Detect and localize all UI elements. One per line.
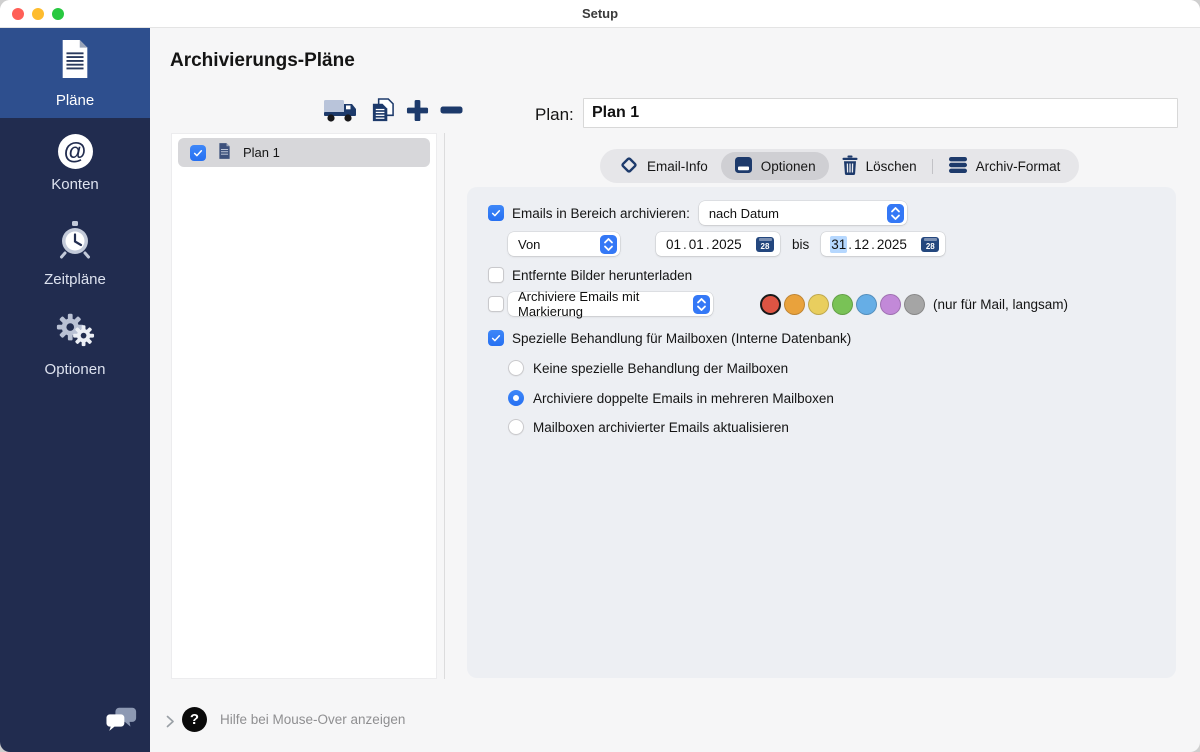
remove-icon[interactable]: [440, 106, 463, 114]
flag-color-dot[interactable]: [904, 294, 925, 315]
date-day[interactable]: 31: [830, 236, 847, 253]
tab-email-info[interactable]: Email-Info: [606, 152, 721, 180]
download-images-checkbox[interactable]: [488, 267, 504, 283]
chat-bubbles-icon[interactable]: [106, 705, 138, 740]
sidebar-item-konten[interactable]: @ Konten: [0, 118, 150, 208]
sidebar-item-optionen[interactable]: Optionen: [0, 298, 150, 388]
range-edge-dropdown[interactable]: Von: [508, 232, 620, 256]
dropdown-value: Von: [518, 237, 540, 252]
gears-icon: [54, 309, 96, 354]
archive-range-checkbox[interactable]: [488, 205, 504, 221]
sidebar-item-label: Pläne: [56, 92, 94, 109]
tab-loeschen[interactable]: Löschen: [829, 152, 930, 180]
date-month[interactable]: 12: [853, 236, 870, 253]
plan-tabbar: Email-Info Optionen Löschen Archiv-Forma…: [600, 149, 1079, 183]
date-from-field[interactable]: 01.01.2025 28: [656, 232, 780, 256]
at-icon: @: [58, 134, 93, 169]
date-between-label: bis: [792, 237, 809, 252]
date-year[interactable]: 2025: [876, 236, 908, 253]
setup-window: Setup Pläne @ Konten Zeitpläne Optionen: [0, 0, 1200, 752]
flag-color-dot[interactable]: [856, 294, 877, 315]
radio-no-special-handling[interactable]: [508, 360, 524, 376]
help-icon[interactable]: ?: [182, 707, 207, 732]
calendar-icon[interactable]: 28: [921, 237, 939, 252]
tab-label: Löschen: [866, 159, 917, 174]
window-title: Setup: [0, 0, 1200, 28]
options-panel: Emails in Bereich archivieren: nach Datu…: [467, 187, 1176, 678]
duplicate-icon[interactable]: [370, 97, 395, 124]
stepper-icon: [600, 235, 617, 254]
plan-list: Plan 1: [171, 133, 437, 679]
main-area: Archivierungs-Pläne: [150, 28, 1200, 752]
plan-list-toolbar: [323, 94, 463, 126]
download-images-label: Entfernte Bilder herunterladen: [512, 268, 692, 283]
trash-icon: [842, 155, 858, 178]
add-icon[interactable]: [406, 99, 429, 122]
sidebar-item-label: Optionen: [45, 361, 106, 378]
sidebar-item-zeitplaene[interactable]: Zeitpläne: [0, 208, 150, 298]
plan-list-row[interactable]: Plan 1: [178, 138, 430, 167]
flag-filter-dropdown[interactable]: Archiviere Emails mit Markierung: [508, 292, 713, 316]
date-year[interactable]: 2025: [711, 236, 743, 253]
page-title: Archivierungs-Pläne: [170, 50, 355, 72]
tab-label: Optionen: [761, 159, 816, 174]
help-text: Hilfe bei Mouse-Over anzeigen: [220, 712, 405, 727]
flag-color-dot[interactable]: [832, 294, 853, 315]
database-icon: [948, 156, 968, 177]
panel-icon: [734, 156, 753, 177]
dropdown-value: Archiviere Emails mit Markierung: [518, 289, 693, 319]
document-icon: [57, 38, 93, 85]
calendar-icon[interactable]: 28: [756, 237, 774, 252]
tab-archiv-format[interactable]: Archiv-Format: [935, 152, 1074, 180]
archive-range-label: Emails in Bereich archivieren:: [512, 206, 690, 221]
flag-color-dots: [760, 294, 925, 315]
radio-archive-duplicates[interactable]: [508, 390, 524, 406]
dropdown-value: nach Datum: [709, 206, 779, 221]
mailbox-handling-checkbox[interactable]: [488, 330, 504, 346]
flag-filter-checkbox[interactable]: [488, 296, 504, 312]
title-bar: Setup: [0, 0, 1200, 28]
stepper-icon: [693, 295, 710, 314]
flag-color-dot[interactable]: [760, 294, 781, 315]
plan-row-label: Plan 1: [243, 145, 280, 160]
plan-document-icon: [217, 142, 232, 163]
tab-label: Email-Info: [647, 159, 708, 174]
sidebar: Pläne @ Konten Zeitpläne Optionen: [0, 28, 150, 752]
date-month[interactable]: 01: [688, 236, 705, 253]
truck-icon[interactable]: [323, 96, 359, 124]
sidebar-item-label: Konten: [51, 176, 99, 193]
range-mode-dropdown[interactable]: nach Datum: [699, 201, 907, 225]
sidebar-item-plaene[interactable]: Pläne: [0, 28, 150, 118]
diamond-icon: [619, 155, 639, 178]
mailbox-handling-label: Spezielle Behandlung für Mailboxen (Inte…: [512, 331, 851, 346]
radio-label: Mailboxen archivierter Emails aktualisie…: [533, 420, 789, 435]
sidebar-item-label: Zeitpläne: [44, 271, 106, 288]
date-day[interactable]: 01: [665, 236, 682, 253]
panel-divider: [444, 133, 445, 679]
date-to-field[interactable]: 31.12.2025 28: [821, 232, 945, 256]
flag-color-dot[interactable]: [784, 294, 805, 315]
flag-color-dot[interactable]: [808, 294, 829, 315]
plan-name-input[interactable]: [583, 98, 1178, 128]
flag-color-dot[interactable]: [880, 294, 901, 315]
chevron-right-icon[interactable]: [166, 715, 175, 733]
plan-name-label: Plan:: [535, 105, 574, 125]
tab-label: Archiv-Format: [976, 159, 1061, 174]
flag-filter-note: (nur für Mail, langsam): [933, 297, 1068, 312]
radio-label: Keine spezielle Behandlung der Mailboxen: [533, 361, 788, 376]
stepper-icon: [887, 204, 904, 223]
alarm-clock-icon: [55, 219, 95, 264]
radio-update-mailboxes[interactable]: [508, 419, 524, 435]
tab-separator: [932, 159, 933, 174]
tab-optionen[interactable]: Optionen: [721, 152, 829, 180]
plan-enabled-checkbox[interactable]: [190, 145, 206, 161]
radio-label: Archiviere doppelte Emails in mehreren M…: [533, 391, 834, 406]
